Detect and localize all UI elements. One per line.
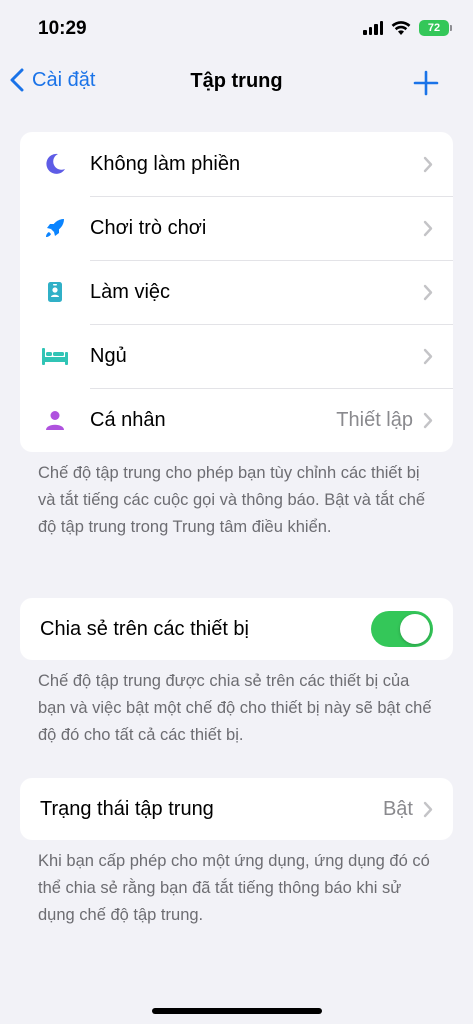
share-footnote: Chế độ tập trung được chia sẻ trên các t… <box>38 672 432 744</box>
share-across-devices-label: Chia sẻ trên các thiết bị <box>40 617 249 640</box>
focus-mode-personal[interactable]: Cá nhân Thiết lập <box>20 388 453 452</box>
focus-mode-work[interactable]: Làm việc <box>20 260 453 324</box>
page-title: Tập trung <box>190 70 283 92</box>
add-button[interactable] <box>413 70 439 101</box>
focus-status-footnote: Khi bạn cấp phép cho một ứng dụng, ứng d… <box>38 852 430 924</box>
rocket-icon <box>20 216 90 240</box>
share-across-devices-group: Chia sẻ trên các thiết bị <box>20 598 453 660</box>
wifi-icon <box>391 20 411 35</box>
focus-mode-do-not-disturb[interactable]: Không làm phiền <box>20 132 453 196</box>
status-time: 10:29 <box>38 18 87 39</box>
chevron-right-icon <box>423 801 433 817</box>
focus-modes-list: Không làm phiền Chơi trò chơi Làm việc N… <box>20 132 453 452</box>
chevron-right-icon <box>423 284 433 300</box>
person-icon <box>20 409 90 431</box>
moon-icon <box>20 152 90 176</box>
plus-icon <box>413 70 439 96</box>
focus-mode-value: Thiết lập <box>336 408 413 431</box>
focus-status-row[interactable]: Trạng thái tập trung Bật <box>20 778 453 840</box>
focus-status-value: Bật <box>382 797 413 820</box>
toggle-knob <box>400 614 430 644</box>
status-bar: 10:29 72 <box>0 0 473 56</box>
focus-status-label: Trạng thái tập trung <box>40 797 214 820</box>
chevron-right-icon <box>423 156 433 172</box>
focus-modes-footnote: Chế độ tập trung cho phép bạn tùy chỉnh … <box>38 464 426 536</box>
focus-mode-label: Cá nhân <box>90 408 166 431</box>
chevron-right-icon <box>423 220 433 236</box>
battery-icon: 72 <box>419 20 452 36</box>
navigation-bar: Cài đặt Tập trung <box>0 56 473 112</box>
id-badge-icon <box>20 280 90 304</box>
focus-mode-sleep[interactable]: Ngủ <box>20 324 453 388</box>
focus-settings-screen: 10:29 72 Cài đặt Tập trung Không làm phi… <box>0 0 473 1024</box>
focus-mode-gaming[interactable]: Chơi trò chơi <box>20 196 453 260</box>
status-icons: 72 <box>363 20 452 36</box>
focus-mode-label: Chơi trò chơi <box>90 216 207 239</box>
focus-mode-label: Ngủ <box>90 344 127 367</box>
share-across-devices-row: Chia sẻ trên các thiết bị <box>20 598 453 660</box>
focus-mode-label: Làm việc <box>90 280 171 303</box>
cellular-signal-icon <box>363 21 383 35</box>
bed-icon <box>20 346 90 366</box>
chevron-right-icon <box>423 348 433 364</box>
focus-status-group: Trạng thái tập trung Bật <box>20 778 453 840</box>
focus-mode-label: Không làm phiền <box>90 152 241 175</box>
home-indicator <box>152 1008 322 1014</box>
share-across-devices-toggle[interactable] <box>371 611 433 647</box>
chevron-right-icon <box>423 412 433 428</box>
